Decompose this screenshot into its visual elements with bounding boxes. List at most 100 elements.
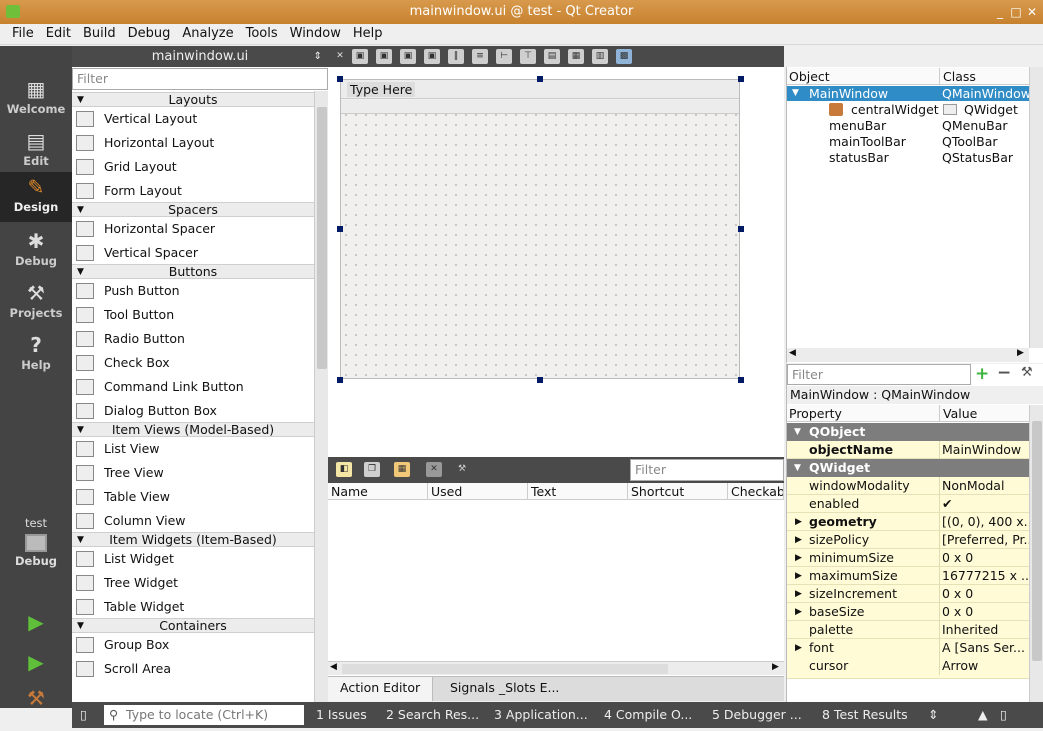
property-value[interactable]: 0 x 0 (939, 603, 1029, 621)
widget-item[interactable]: Table View (72, 485, 314, 509)
pane-debugger[interactable]: 5 Debugger ... (712, 702, 802, 727)
tab-signals-slots[interactable]: Signals _Slots E... (438, 677, 571, 701)
widget-box-scrollbar[interactable] (314, 91, 328, 702)
more-panes-icon[interactable]: ⇕ (928, 702, 938, 727)
layout-grid-icon[interactable]: ▦ (568, 49, 584, 64)
menu-edit[interactable]: Edit (40, 24, 77, 44)
property-row[interactable]: ▶ sizeIncrement 0 x 0 (787, 585, 1029, 603)
object-row[interactable]: menuBar QMenuBar (787, 118, 1029, 133)
widget-category[interactable]: ▼ Buttons (72, 264, 314, 279)
pane-application-output[interactable]: 3 Application... (494, 702, 588, 727)
property-row[interactable]: enabled ✔ (787, 495, 1029, 513)
adjust-size-icon[interactable]: ▩ (616, 49, 632, 64)
scroll-thumb[interactable] (1032, 421, 1042, 661)
mode-edit[interactable]: ▤ Edit (0, 126, 72, 176)
widget-category[interactable]: ▼ Containers (72, 618, 314, 633)
menu-file[interactable]: File (6, 24, 40, 44)
object-row[interactable]: ▼ MainWindow QMainWindow (787, 86, 1031, 101)
menu-tools[interactable]: Tools (240, 24, 284, 44)
scroll-right-icon[interactable]: ▶ (772, 662, 779, 672)
column-text[interactable]: Text (528, 483, 628, 500)
mode-design[interactable]: ✎ Design (0, 172, 72, 222)
layout-horizontal-icon[interactable]: ‖ (448, 49, 464, 64)
menu-window[interactable]: Window (284, 24, 347, 44)
locator-input[interactable]: ⚲ Type to locate (Ctrl+K) (104, 705, 304, 725)
column-name[interactable]: Name (328, 483, 428, 500)
column-shortcut[interactable]: Shortcut (628, 483, 728, 500)
widget-item[interactable]: List View (72, 437, 314, 461)
widget-category[interactable]: ▼ Item Widgets (Item-Based) (72, 532, 314, 547)
tab-action-editor[interactable]: Action Editor (328, 677, 434, 701)
widget-item[interactable]: Command Link Button (72, 375, 314, 399)
object-row[interactable]: mainToolBar QToolBar (787, 134, 1029, 149)
object-vscrollbar[interactable] (1029, 67, 1043, 348)
configure-icon[interactable]: ⚒ (454, 462, 470, 477)
pane-compile-output[interactable]: 4 Compile O... (604, 702, 692, 727)
pane-test-results[interactable]: 8 Test Results (822, 702, 908, 727)
wrench-icon[interactable]: ⚒ (1021, 365, 1033, 380)
widget-filter-input[interactable]: Filter (72, 68, 328, 90)
main-window-form[interactable]: Type Here (340, 79, 740, 379)
layout-vertical-icon[interactable]: ≡ (472, 49, 488, 64)
widget-item[interactable]: Dialog Button Box (72, 399, 314, 423)
pane-issues[interactable]: 1 Issues (316, 702, 367, 727)
maximize-pane-icon[interactable]: ▲ (978, 702, 988, 727)
property-row[interactable]: ▶ maximumSize 16777215 x ... (787, 567, 1029, 585)
break-layout-icon[interactable]: ▥ (592, 49, 608, 64)
widget-item[interactable]: Horizontal Layout (72, 131, 314, 155)
scroll-left-icon[interactable]: ◀ (330, 662, 337, 672)
sidebar-toggle-icon[interactable]: ▯ (80, 702, 87, 727)
widget-item[interactable]: Tree View (72, 461, 314, 485)
copy-action-icon[interactable]: ❐ (364, 462, 380, 477)
property-group[interactable]: ▼ QObject (787, 423, 1029, 441)
kit-selector[interactable]: test Debug (0, 516, 72, 568)
run-icon[interactable]: ▶ (24, 610, 48, 634)
scroll-left-icon[interactable]: ◀ (789, 348, 796, 358)
property-row[interactable]: ▶ sizePolicy [Preferred, Pr... (787, 531, 1029, 549)
widget-item[interactable]: Form Layout (72, 179, 314, 203)
widget-item[interactable]: Push Button (72, 279, 314, 303)
property-value[interactable]: 0 x 0 (939, 585, 1029, 603)
scroll-thumb[interactable] (342, 664, 668, 674)
property-value[interactable]: [(0, 0), 400 x... (939, 513, 1029, 531)
resize-handle[interactable] (337, 76, 343, 82)
edit-tab-order-icon[interactable]: ▣ (424, 49, 440, 64)
edit-signals-icon[interactable]: ▣ (376, 49, 392, 64)
property-row[interactable]: palette Inherited (787, 621, 1029, 639)
widget-item[interactable]: Group Box (72, 633, 314, 657)
paste-action-icon[interactable]: ▦ (394, 462, 410, 477)
right-sidebar-toggle-icon[interactable]: ▯ (1000, 702, 1007, 727)
new-action-icon[interactable]: ◧ (336, 462, 352, 477)
action-table-hscrollbar[interactable]: ◀ ▶ (328, 661, 784, 675)
expand-triangle-icon[interactable]: ▼ (794, 423, 801, 441)
property-row[interactable]: cursor Arrow (787, 657, 1029, 679)
property-value[interactable]: 0 x 0 (939, 549, 1029, 567)
pane-search-results[interactable]: 2 Search Res... (386, 702, 479, 727)
expand-triangle-icon[interactable]: ▼ (794, 459, 801, 477)
property-row[interactable]: ▶ minimumSize 0 x 0 (787, 549, 1029, 567)
close-doc-icon[interactable]: ✕ (332, 49, 348, 64)
column-property[interactable]: Property (789, 405, 842, 422)
widget-item[interactable]: Grid Layout (72, 155, 314, 179)
layout-form-icon[interactable]: ▤ (544, 49, 560, 64)
minimize-icon[interactable]: _ (992, 4, 1008, 20)
debug-run-icon[interactable]: ▶ (24, 650, 48, 674)
menu-build[interactable]: Build (77, 24, 122, 44)
property-value[interactable]: 16777215 x ... (939, 567, 1029, 585)
property-value[interactable]: Arrow (939, 657, 1029, 675)
column-class[interactable]: Class (939, 68, 976, 85)
expand-triangle-icon[interactable]: ▼ (792, 86, 799, 101)
property-value[interactable]: Inherited (939, 621, 1029, 639)
mode-help[interactable]: ? Help (0, 330, 72, 380)
property-value[interactable]: ✔ (939, 495, 1029, 513)
resize-handle[interactable] (337, 226, 343, 232)
widget-item[interactable]: Radio Button (72, 327, 314, 351)
scroll-right-icon[interactable]: ▶ (1017, 348, 1024, 358)
column-used[interactable]: Used (428, 483, 528, 500)
widget-item[interactable]: Vertical Layout (72, 107, 314, 131)
maximize-icon[interactable]: □ (1008, 4, 1024, 20)
object-row[interactable]: centralWidget QWidget (787, 102, 1029, 117)
widget-item[interactable]: Vertical Spacer (72, 241, 314, 265)
widget-item[interactable]: List Widget (72, 547, 314, 571)
widget-item[interactable]: Column View (72, 509, 314, 533)
